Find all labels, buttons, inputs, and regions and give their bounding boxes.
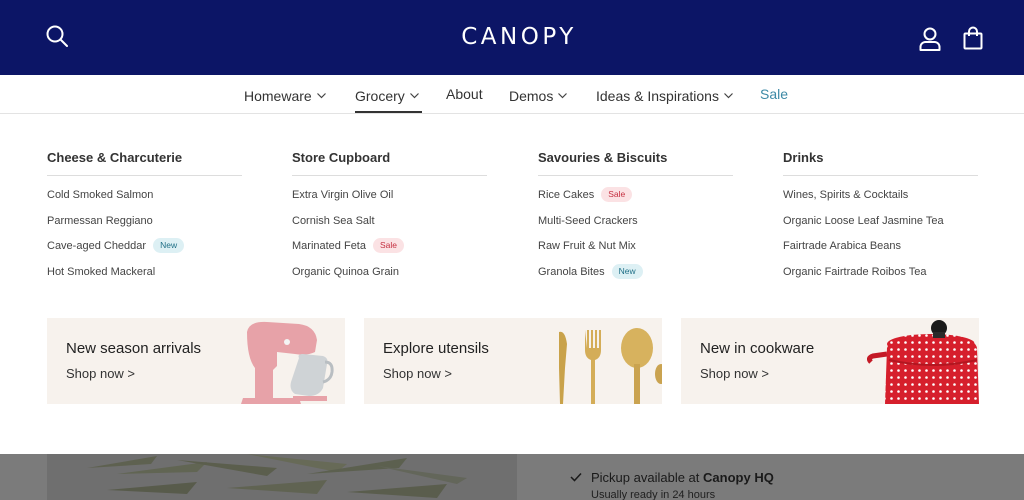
menu-link-label: Fairtrade Arabica Beans <box>783 240 902 252</box>
promo-card-new-in-cookware[interactable]: New in cookware Shop now > <box>681 318 979 404</box>
user-icon[interactable] <box>919 27 941 56</box>
chevron-down-icon <box>316 86 326 102</box>
stand-mixer-image <box>241 321 334 404</box>
nav-item-label: Sale <box>760 86 789 102</box>
nav-item-about[interactable]: About <box>446 86 483 102</box>
promo-card-new-season[interactable]: New season arrivals Shop now > <box>47 318 345 404</box>
menu-link[interactable]: Cornish Sea Salt <box>292 209 487 235</box>
nav-item-sale[interactable]: Sale <box>760 86 788 102</box>
chevron-down-icon <box>724 86 733 102</box>
product-image <box>47 454 517 500</box>
menu-link[interactable]: Organic Quinoa Grain <box>292 260 487 286</box>
menu-link-label: Wines, Spirits & Cocktails <box>783 189 909 201</box>
nav-item-label: Grocery <box>355 88 405 104</box>
chevron-down-icon <box>558 86 568 102</box>
red-polka-pot-image <box>867 320 979 404</box>
gold-cutlery-image <box>559 328 662 404</box>
main-nav: Homeware Grocery About Demos Ideas & Ins… <box>0 75 1024 114</box>
menu-link-label: Raw Fruit & Nut Mix <box>538 240 636 252</box>
menu-link-label: Organic Fairtrade Roibos Tea <box>783 265 927 278</box>
mega-menu: Cheese & Charcuterie Cold Smoked Salmon Pa… <box>0 114 1024 454</box>
chevron-down-icon <box>409 86 419 102</box>
menu-column: Savouries & Biscuits Rice Cakes Sale Multi-… <box>538 150 733 285</box>
menu-link-label: Hot Smoked Mackeral <box>47 265 156 278</box>
menu-column-title[interactable]: Drinks <box>783 150 978 176</box>
nav-item-label: Homeware <box>244 88 312 104</box>
menu-link[interactable]: Extra Virgin Olive Oil <box>292 183 487 209</box>
menu-link-label: Cornish Sea Salt <box>292 214 375 227</box>
menu-link-label: Organic Loose Leaf Jasmine Tea <box>783 214 944 227</box>
menu-column-list: Cold Smoked Salmon Parmessan Reggiano Cave… <box>47 176 242 285</box>
promo-card-explore-utensils[interactable]: Explore utensils Shop now > <box>364 318 662 404</box>
promo-title: Explore utensils <box>383 340 489 357</box>
menu-column: Drinks Wines, Spirits & Cocktails Organic … <box>783 150 978 285</box>
badge-sale: Sale <box>372 238 404 253</box>
active-nav-underline <box>355 111 422 113</box>
menu-column-list: Extra Virgin Olive Oil Cornish Sea Salt Ma… <box>292 176 487 285</box>
menu-link[interactable]: Granola Bites New <box>538 260 733 286</box>
badge-new: New <box>611 263 643 279</box>
menu-link[interactable]: Multi-Seed Crackers <box>538 209 733 235</box>
menu-link[interactable]: Cold Smoked Salmon <box>47 183 242 209</box>
menu-column-title[interactable]: Cheese & Charcuterie <box>47 150 242 176</box>
site-header: CANOPY <box>0 0 1024 75</box>
menu-link[interactable]: Wines, Spirits & Cocktails <box>783 183 978 209</box>
menu-column: Cheese & Charcuterie Cold Smoked Salmon Pa… <box>47 150 242 285</box>
pickup-location[interactable]: Canopy HQ <box>703 470 774 485</box>
menu-column-title[interactable]: Savouries & Biscuits <box>538 150 733 176</box>
menu-column-title[interactable]: Store Cupboard <box>292 150 487 176</box>
menu-link-label: Cave-aged Cheddar <box>47 240 147 252</box>
page-content-dimmed: Pickup available at Canopy HQ Usually re… <box>0 454 1024 500</box>
pickup-note: Usually ready in 24 hours <box>591 489 716 500</box>
shop-now-link[interactable]: Shop now > <box>700 366 769 381</box>
menu-link[interactable]: Organic Fairtrade Roibos Tea <box>783 260 978 286</box>
menu-column-list: Rice Cakes Sale Multi-Seed Crackers Raw Fru… <box>538 176 733 285</box>
nav-item-label: Ideas & Inspirations <box>596 88 719 104</box>
menu-link-label: Marinated Feta <box>292 240 366 252</box>
pickup-info: Pickup available at Canopy HQ <box>570 470 774 485</box>
pickup-prefix: Pickup available at <box>591 470 700 485</box>
menu-link-label: Parmessan Reggiano <box>47 214 153 227</box>
menu-link-label: Granola Bites <box>538 265 605 278</box>
shop-now-link[interactable]: Shop now > <box>66 366 135 381</box>
nav-item-ideas-inspirations[interactable]: Ideas & Inspirations <box>596 86 733 104</box>
menu-link[interactable]: Cave-aged Cheddar New <box>47 234 242 260</box>
promo-title: New in cookware <box>700 340 815 357</box>
menu-link-label: Rice Cakes <box>538 189 595 201</box>
menu-link-label: Cold Smoked Salmon <box>47 189 154 201</box>
menu-link-label: Multi-Seed Crackers <box>538 214 638 227</box>
badge-sale: Sale <box>601 187 633 202</box>
menu-link[interactable]: Hot Smoked Mackeral <box>47 260 242 286</box>
nav-item-label: Demos <box>509 88 554 104</box>
menu-link[interactable]: Parmessan Reggiano <box>47 209 242 235</box>
nav-item-demos[interactable]: Demos <box>509 86 568 104</box>
menu-link[interactable]: Rice Cakes Sale <box>538 183 733 209</box>
menu-link[interactable]: Fairtrade Arabica Beans <box>783 234 978 260</box>
nav-item-grocery[interactable]: Grocery <box>355 86 419 104</box>
nav-item-homeware[interactable]: Homeware <box>244 86 326 104</box>
menu-link-label: Organic Quinoa Grain <box>292 265 399 278</box>
brand-logo[interactable]: CANOPY <box>0 24 1024 50</box>
menu-column-list: Wines, Spirits & Cocktails Organic Loose … <box>783 176 978 285</box>
bag-icon[interactable] <box>963 26 983 55</box>
badge-new: New <box>153 238 185 253</box>
shop-now-link[interactable]: Shop now > <box>383 366 452 381</box>
checkmark-icon <box>570 470 582 485</box>
menu-column: Store Cupboard Extra Virgin Olive Oil Corn… <box>292 150 487 285</box>
promo-title: New season arrivals <box>66 340 202 357</box>
menu-link[interactable]: Marinated Feta Sale <box>292 234 487 260</box>
menu-link-label: Extra Virgin Olive Oil <box>292 189 394 201</box>
nav-item-label: About <box>446 86 483 102</box>
menu-link[interactable]: Organic Loose Leaf Jasmine Tea <box>783 209 978 235</box>
menu-link[interactable]: Raw Fruit & Nut Mix <box>538 234 733 260</box>
